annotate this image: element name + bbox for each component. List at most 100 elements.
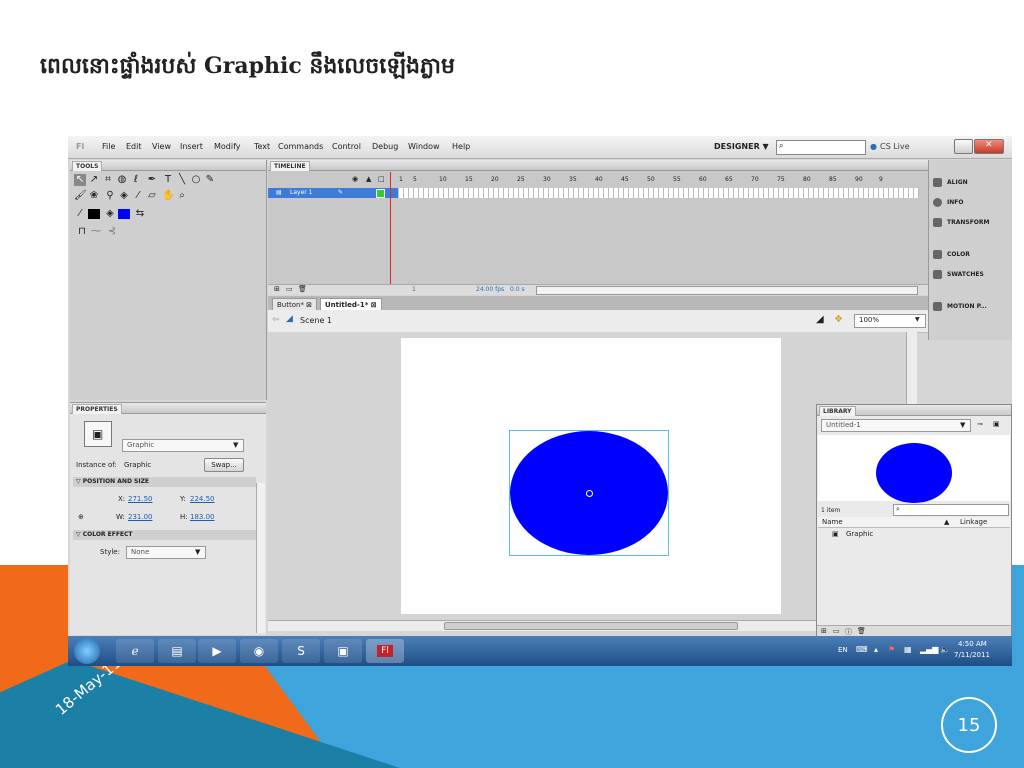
- menu-insert[interactable]: Insert: [180, 142, 203, 151]
- brush-tool-icon[interactable]: 🖌: [74, 190, 87, 202]
- menu-control[interactable]: Control: [332, 142, 361, 151]
- firefox-taskbar-icon[interactable]: ◉: [240, 639, 278, 663]
- oval-tool-icon[interactable]: ○: [190, 174, 202, 186]
- trash-icon[interactable]: 🗑: [298, 285, 307, 293]
- action-center-icon[interactable]: ⚑: [888, 645, 895, 654]
- registration-point-icon[interactable]: [586, 490, 593, 497]
- paint-bucket-tool-icon[interactable]: ◈: [118, 190, 130, 202]
- tools-panel-tab[interactable]: TOOLS: [72, 161, 103, 171]
- timeline-panel-tab[interactable]: TIMELINE: [270, 161, 310, 171]
- close-button[interactable]: ✕: [974, 139, 1004, 154]
- info-panel-button[interactable]: INFO: [933, 198, 963, 207]
- lock-icon[interactable]: ▲: [366, 175, 371, 183]
- trash-icon[interactable]: 🗑: [857, 627, 866, 635]
- selection-tool-icon[interactable]: ↖: [74, 174, 86, 186]
- scene-name[interactable]: Scene 1: [300, 316, 332, 325]
- smooth-icon[interactable]: ⁓: [90, 226, 102, 238]
- pen-tool-icon[interactable]: ✒: [146, 174, 158, 186]
- motion-presets-panel-button[interactable]: MOTION P...: [933, 302, 987, 311]
- menu-view[interactable]: View: [152, 142, 171, 151]
- library-search-input[interactable]: ⌕: [893, 504, 1009, 516]
- frame-grid[interactable]: [399, 188, 919, 198]
- library-item[interactable]: ▣ Graphic: [818, 529, 1010, 540]
- layer-outline-swatch[interactable]: [376, 189, 385, 198]
- library-document-select[interactable]: Untitled-1 ▼: [821, 419, 971, 432]
- back-arrow-icon[interactable]: ⇦: [272, 315, 280, 325]
- menu-help[interactable]: Help: [452, 142, 470, 151]
- menu-text[interactable]: Text: [254, 142, 270, 151]
- clock-date[interactable]: 7/11/2011: [954, 651, 990, 659]
- start-button[interactable]: [74, 638, 100, 664]
- free-transform-tool-icon[interactable]: ⌗: [102, 174, 114, 186]
- stroke-color-swatch[interactable]: [88, 209, 100, 219]
- text-tool-icon[interactable]: T: [162, 174, 174, 186]
- zoom-select[interactable]: 100% ▼: [854, 314, 926, 328]
- lasso-tool-icon[interactable]: ℓ: [130, 174, 142, 186]
- menu-commands[interactable]: Commands: [278, 142, 323, 151]
- column-name[interactable]: Name: [822, 518, 843, 526]
- language-indicator[interactable]: EN: [838, 646, 848, 654]
- symbol-type-select[interactable]: Graphic ▼: [122, 439, 244, 452]
- frame-ruler[interactable]: 1 5 10 15 20 25 30 35 40 45 50 55 60 65 …: [399, 174, 919, 186]
- menu-file[interactable]: File: [102, 142, 115, 151]
- h-value[interactable]: 183.00: [190, 513, 215, 521]
- show-hidden-icons-icon[interactable]: ▴: [874, 645, 878, 654]
- show-hide-icon[interactable]: ◉: [352, 175, 358, 183]
- snap-magnet-icon[interactable]: ⊓: [76, 226, 88, 238]
- color-effect-section[interactable]: ▽ COLOR EFFECT: [73, 530, 256, 540]
- subselection-tool-icon[interactable]: ↗: [88, 174, 100, 186]
- swap-colors-icon[interactable]: ⇆: [134, 208, 146, 220]
- eyedropper-tool-icon[interactable]: ⁄: [132, 190, 144, 202]
- swatches-panel-button[interactable]: SWATCHES: [933, 270, 984, 279]
- cs-live-icon[interactable]: ●: [870, 142, 877, 151]
- x-value[interactable]: 271.50: [128, 495, 153, 503]
- 3d-rotation-tool-icon[interactable]: ◍: [116, 174, 128, 186]
- flash-taskbar-icon[interactable]: Fl: [366, 639, 404, 663]
- restore-button[interactable]: [954, 139, 973, 154]
- powerpoint-taskbar-icon[interactable]: ▣: [324, 639, 362, 663]
- layer-row[interactable]: ▤ Layer 1 ✎: [268, 188, 398, 198]
- menu-window[interactable]: Window: [408, 142, 440, 151]
- eraser-tool-icon[interactable]: ▱: [146, 190, 158, 202]
- pencil-tool-icon[interactable]: ✎: [204, 174, 216, 186]
- pin-icon[interactable]: ⊸: [977, 420, 983, 428]
- swap-button[interactable]: Swap...: [204, 458, 244, 472]
- explorer-taskbar-icon[interactable]: ▤: [158, 639, 196, 663]
- scrollbar-thumb[interactable]: [444, 622, 738, 630]
- properties-panel-tab[interactable]: PROPERTIES: [72, 404, 122, 414]
- hand-tool-icon[interactable]: ✋: [162, 190, 174, 202]
- fill-color-swatch[interactable]: [118, 209, 130, 219]
- search-input[interactable]: ⌕: [776, 140, 866, 155]
- style-select[interactable]: None ▼: [126, 546, 206, 559]
- menu-edit[interactable]: Edit: [126, 142, 142, 151]
- column-linkage[interactable]: Linkage: [960, 518, 987, 526]
- properties-scrollbar[interactable]: [256, 483, 265, 633]
- stage[interactable]: [401, 338, 781, 614]
- current-frame[interactable]: 1: [412, 286, 416, 293]
- transform-panel-button[interactable]: TRANSFORM: [933, 218, 990, 227]
- edit-scene-icon[interactable]: ◢: [816, 314, 824, 325]
- new-symbol-icon[interactable]: ⊞: [821, 627, 827, 635]
- w-value[interactable]: 231.00: [128, 513, 153, 521]
- keyboard-icon[interactable]: ⌨: [856, 645, 868, 654]
- menu-modify[interactable]: Modify: [214, 142, 241, 151]
- ie-taskbar-icon[interactable]: ℯ: [116, 639, 154, 663]
- frame-rate[interactable]: 24.00 fps: [476, 286, 504, 293]
- bone-tool-icon[interactable]: ⚲: [104, 190, 116, 202]
- new-layer-icon[interactable]: ⊞: [274, 285, 280, 293]
- edit-symbols-icon[interactable]: ❖: [834, 314, 843, 325]
- new-folder-icon[interactable]: ▭: [833, 627, 840, 635]
- timeline-scrollbar[interactable]: [536, 286, 918, 295]
- outline-icon[interactable]: □: [378, 175, 385, 183]
- menu-debug[interactable]: Debug: [372, 142, 398, 151]
- media-player-taskbar-icon[interactable]: ▶: [198, 639, 236, 663]
- line-tool-icon[interactable]: ╲: [176, 174, 188, 186]
- cs-live-label[interactable]: CS Live: [880, 142, 910, 151]
- network-icon[interactable]: ▦: [904, 645, 912, 654]
- clock-time[interactable]: 4:50 AM: [958, 640, 987, 648]
- deco-tool-icon[interactable]: ❀: [88, 190, 100, 202]
- new-library-icon[interactable]: ▣: [993, 420, 1000, 428]
- signal-icon[interactable]: ▂▄▆: [920, 645, 938, 654]
- y-value[interactable]: 224.50: [190, 495, 215, 503]
- volume-icon[interactable]: 🔈: [940, 645, 950, 654]
